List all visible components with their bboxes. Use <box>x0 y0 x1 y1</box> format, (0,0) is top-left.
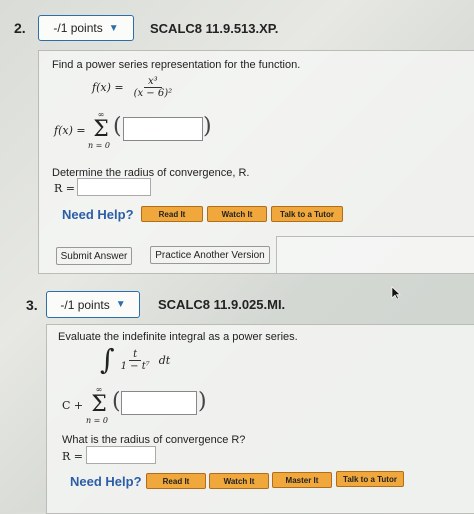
q3-watch-it-button[interactable]: Watch It <box>209 473 269 489</box>
q3-prompt: Evaluate the indefinite integral as a po… <box>58 331 298 343</box>
q3-radius-input[interactable] <box>86 446 156 464</box>
q2-left-paren: ( <box>113 114 122 139</box>
q3-master-it-button[interactable]: Master It <box>272 472 332 488</box>
q3-sum-bottom: n = 0 <box>85 416 109 425</box>
chevron-down-icon: ▼ <box>108 22 119 34</box>
q3-dt: dt <box>158 353 171 367</box>
sigma-icon: Σ <box>91 392 107 417</box>
question-3-number: 3. <box>26 297 38 313</box>
q2-side-frame <box>276 236 474 274</box>
q2-points-dropdown[interactable]: -/1 points ▼ <box>38 15 134 41</box>
integral-sign-icon: ∫ <box>100 343 115 376</box>
q2-submit-answer-button[interactable]: Submit Answer <box>56 247 132 265</box>
q2-func-fraction: x³ (x − 6)² <box>130 76 177 99</box>
q3-points-label: -/1 points <box>60 297 110 312</box>
q3-sigma: ∞ Σ n = 0 <box>86 385 112 425</box>
q3-read-it-button[interactable]: Read It <box>146 473 206 489</box>
q3-right-paren: ) <box>198 389 207 414</box>
mouse-cursor-icon <box>391 286 401 305</box>
q3-integrand-denominator: 1 − t⁷ <box>120 360 150 372</box>
q2-right-paren: ) <box>203 114 212 139</box>
q2-need-help: Need Help? <box>62 207 134 222</box>
q3-radius-prompt: What is the radius of convergence R? <box>62 434 246 446</box>
q3-problem-code: SCALC8 11.9.025.MI. <box>158 297 286 312</box>
sigma-icon: Σ <box>93 117 109 142</box>
q2-practice-another-version-button[interactable]: Practice Another Version <box>150 246 270 264</box>
q2-function: f(x) = x³ (x − 6)² <box>92 76 176 99</box>
q3-need-help: Need Help? <box>70 474 142 489</box>
q2-series-answer-input[interactable] <box>123 117 203 141</box>
q2-points-label: -/1 points <box>53 21 103 35</box>
q3-talk-to-tutor-button[interactable]: Talk to a Tutor <box>336 471 404 487</box>
q3-points-dropdown[interactable]: -/1 points ▼ <box>46 291 140 318</box>
q3-integrand-fraction: t 1 − t⁷ <box>117 349 154 372</box>
q3-left-paren: ( <box>112 389 121 414</box>
q3-sum-lhs: C + <box>62 399 84 412</box>
q2-sum-bottom: n = 0 <box>87 141 111 150</box>
q2-func-lhs: f(x) = <box>92 81 124 94</box>
question-2-number: 2. <box>14 20 26 36</box>
q2-prompt: Find a power series representation for t… <box>52 59 301 71</box>
q2-radius-label: R = <box>54 182 75 195</box>
q2-func-denominator: (x − 6)² <box>133 88 173 99</box>
q2-problem-code: SCALC8 11.9.513.XP. <box>150 21 279 36</box>
chevron-down-icon: ▼ <box>115 299 126 310</box>
q3-radius-label: R = <box>62 450 83 463</box>
q2-func-numerator: x³ <box>144 76 162 88</box>
q2-radius-input[interactable] <box>77 178 151 196</box>
q2-watch-it-button[interactable]: Watch It <box>207 206 267 222</box>
q2-talk-to-tutor-button[interactable]: Talk to a Tutor <box>271 206 343 222</box>
q3-integrand-numerator: t <box>129 349 142 361</box>
q2-read-it-button[interactable]: Read It <box>141 206 203 222</box>
q2-sigma: ∞ Σ n = 0 <box>88 110 114 150</box>
q2-sum-lhs: f(x) = <box>54 124 86 137</box>
q3-integral: ∫ t 1 − t⁷ dt <box>100 346 170 374</box>
q3-series-answer-input[interactable] <box>121 391 197 415</box>
